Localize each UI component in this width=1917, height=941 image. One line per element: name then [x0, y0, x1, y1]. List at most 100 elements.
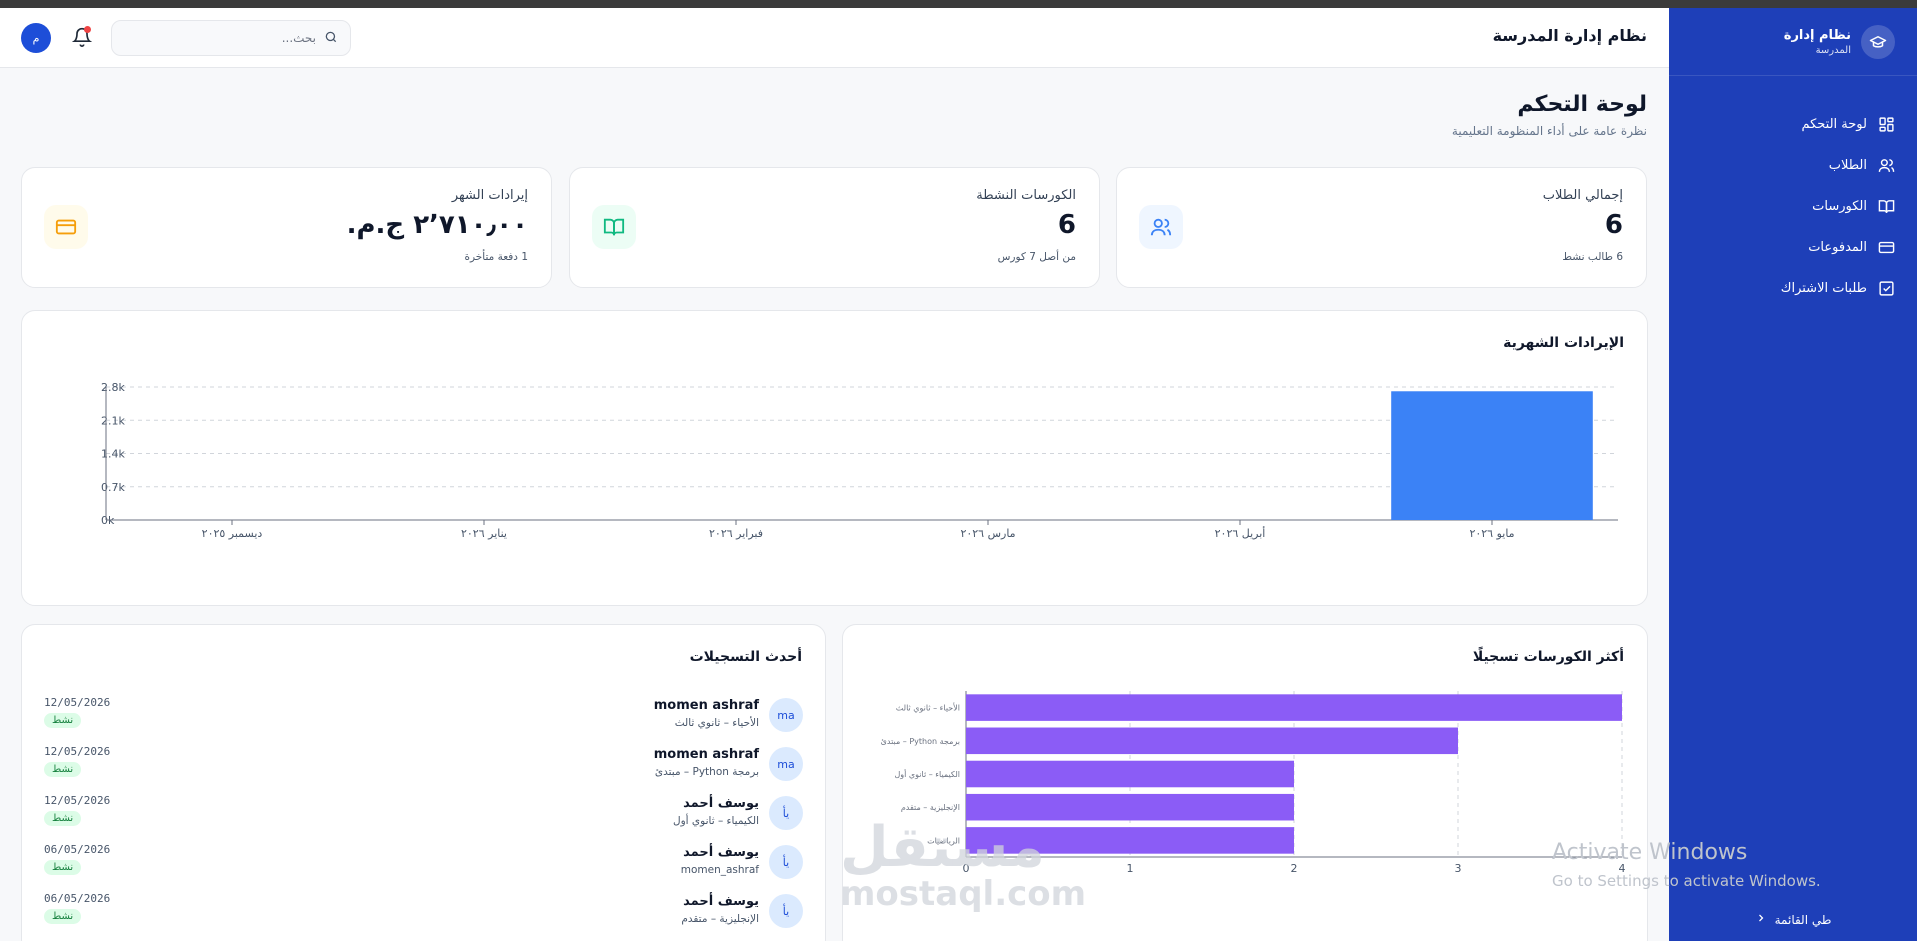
- stat-value: ٢٬٧١٠٫٠٠ ج.م.: [346, 210, 528, 240]
- course-name: الأحياء – ثانوي ثالث: [674, 717, 759, 729]
- collapse-sidebar-button[interactable]: طي القائمة: [1669, 912, 1917, 927]
- course-bar: [966, 694, 1622, 721]
- enroll-date: 06/05/2026: [44, 892, 111, 905]
- monthly-revenue-card: الإيرادات الشهرية 0k 0.7k 1.4k 2.1k 2.8k ديسم…: [21, 310, 1648, 606]
- stat-value: 6: [1604, 210, 1623, 240]
- y-tick-label: الإنجليزية – متقدم: [901, 803, 960, 813]
- enroll-date: 12/05/2026: [44, 794, 111, 807]
- sidebar-item-subscription-requests[interactable]: طلبات الاشتراك: [1669, 268, 1917, 309]
- sidebar-item-payments[interactable]: المدفوعات: [1669, 227, 1917, 268]
- book-open-icon: [592, 205, 636, 249]
- search-box: [111, 20, 351, 56]
- sidebar-item-label: الطلاب: [1828, 158, 1867, 173]
- page-title: لوحة التحكم: [1517, 92, 1647, 117]
- status-badge: نشط: [44, 762, 82, 777]
- dashboard-grid-icon: [1877, 116, 1895, 134]
- stat-note: 1 دفعة متأخرة: [464, 251, 528, 263]
- avatar: ma: [769, 698, 803, 732]
- course-name: الإنجليزية – متقدم: [681, 913, 759, 925]
- bell-icon: [71, 27, 93, 52]
- browser-top-strip: [0, 0, 1917, 8]
- card-title: أحدث التسجيلات: [689, 649, 802, 665]
- y-tick-label: الأحياء – ثانوي ثالث: [896, 703, 960, 713]
- sidebar-item-label: طلبات الاشتراك: [1780, 281, 1867, 296]
- search-input[interactable]: [124, 31, 316, 45]
- enroll-date: 12/05/2026: [44, 745, 111, 758]
- credit-card-icon: [1877, 239, 1895, 257]
- users-icon: [1877, 157, 1895, 175]
- notifications-button[interactable]: [70, 26, 93, 52]
- list-item[interactable]: ma momen ashraf الأحياء – ثانوي ثالث 12/…: [22, 692, 825, 741]
- stat-label: الكورسات النشطة: [976, 188, 1076, 203]
- y-tick-label: 2.1k: [101, 414, 125, 427]
- course-name: الكيمياء – ثانوي أول: [672, 815, 759, 827]
- x-tick-label: أبريل ٢٠٢٦: [1215, 526, 1266, 540]
- stat-label: إيرادات الشهر: [451, 188, 528, 203]
- sidebar-item-dashboard[interactable]: لوحة التحكم: [1669, 104, 1917, 145]
- activate-windows-title: Activate Windows: [1552, 840, 1748, 865]
- stat-card-total-students: إجمالي الطلاب 6 6 طالب نشط: [1116, 167, 1647, 288]
- sidebar-item-label: الكورسات: [1812, 199, 1867, 214]
- search-icon: [324, 29, 338, 48]
- student-name: يوسف أحمد: [683, 894, 759, 909]
- status-badge: نشط: [44, 860, 82, 875]
- avatar: يأ: [769, 796, 803, 830]
- sidebar-item-students[interactable]: الطلاب: [1669, 145, 1917, 186]
- student-name: يوسف أحمد: [683, 845, 759, 860]
- app-title: نظام إدارة المدرسة: [1492, 26, 1647, 45]
- sidebar-brand: نظام إدارة المدرسة: [1669, 8, 1917, 76]
- x-tick-label: مايو ٢٠٢٦: [1469, 527, 1514, 540]
- mostaql-watermark-url: mostaql.com: [840, 874, 1087, 914]
- main-content: لوحة التحكم نظرة عامة على أداء المنظومة …: [0, 68, 1669, 941]
- stat-card-monthly-revenue: إيرادات الشهر ٢٬٧١٠٫٠٠ ج.م. 1 دفعة متأخر…: [21, 167, 552, 288]
- enroll-date: 06/05/2026: [44, 843, 111, 856]
- stat-note: 6 طالب نشط: [1562, 251, 1623, 263]
- brand-title: نظام إدارة: [1783, 27, 1851, 43]
- x-tick-label: مارس ٢٠٢٦: [960, 527, 1015, 540]
- sidebar-item-label: المدفوعات: [1808, 240, 1867, 255]
- x-tick-label: يناير ٢٠٢٦: [461, 527, 507, 540]
- course-bar: [966, 760, 1294, 788]
- status-badge: نشط: [44, 713, 82, 728]
- chevron-right-icon: [1755, 912, 1767, 927]
- user-avatar[interactable]: م: [21, 23, 51, 53]
- list-item[interactable]: يأ يوسف أحمد الإنجليزية – متقدم 06/05/20…: [22, 888, 825, 937]
- users-icon: [1139, 205, 1183, 249]
- avatar: يأ: [769, 894, 803, 928]
- x-tick-label: ديسمبر ٢٠٢٥: [202, 527, 263, 540]
- book-open-icon: [1877, 198, 1895, 216]
- status-badge: نشط: [44, 909, 82, 924]
- stat-card-active-courses: الكورسات النشطة 6 من أصل 7 كورس: [569, 167, 1100, 288]
- page-subtitle: نظرة عامة على أداء المنظومة التعليمية: [1451, 124, 1647, 138]
- revenue-bar: [1391, 391, 1593, 520]
- sidebar-item-label: لوحة التحكم: [1801, 117, 1867, 132]
- x-tick-label: 1: [1127, 862, 1134, 875]
- list-item[interactable]: يأ يوسف أحمد الكيمياء – ثانوي أول 12/05/…: [22, 790, 825, 839]
- x-tick-label: فبراير ٢٠٢٦: [709, 527, 763, 540]
- mostaql-watermark-arabic: مستقل: [840, 815, 1045, 880]
- notification-dot: [84, 26, 91, 33]
- enroll-date: 12/05/2026: [44, 696, 111, 709]
- sidebar-nav: لوحة التحكم الطلاب الكورسات المدفوعات طل…: [1669, 104, 1917, 309]
- student-name: momen ashraf: [653, 698, 759, 713]
- list-item[interactable]: ma momen ashraf برمجة Python – مبتدئ 12/…: [22, 741, 825, 790]
- graduation-cap-icon: [1861, 24, 1895, 59]
- sidebar: نظام إدارة المدرسة لوحة التحكم الطلاب ال…: [1669, 8, 1917, 941]
- stat-note: من أصل 7 كورس: [997, 251, 1076, 263]
- course-name: برمجة Python – مبتدئ: [654, 766, 759, 778]
- avatar: ma: [769, 747, 803, 781]
- top-header: نظام إدارة المدرسة م: [0, 8, 1669, 68]
- checkbox-icon: [1877, 280, 1895, 298]
- stat-label: إجمالي الطلاب: [1542, 188, 1623, 203]
- x-tick-label: 3: [1455, 862, 1462, 875]
- y-tick-label: الكيمياء – ثانوي أول: [894, 769, 960, 779]
- status-badge: نشط: [44, 811, 82, 826]
- mostaql-watermark: مستقل mostaql.com: [840, 815, 1086, 914]
- list-item[interactable]: يأ يوسف أحمد momen_ashraf 06/05/2026 نشط: [22, 839, 825, 888]
- sidebar-item-courses[interactable]: الكورسات: [1669, 186, 1917, 227]
- credit-card-icon: [44, 205, 88, 249]
- y-tick-label: 1.4k: [101, 448, 125, 461]
- course-name: momen_ashraf: [680, 864, 759, 876]
- y-tick-label: 2.8k: [101, 381, 125, 394]
- student-name: يوسف أحمد: [683, 796, 759, 811]
